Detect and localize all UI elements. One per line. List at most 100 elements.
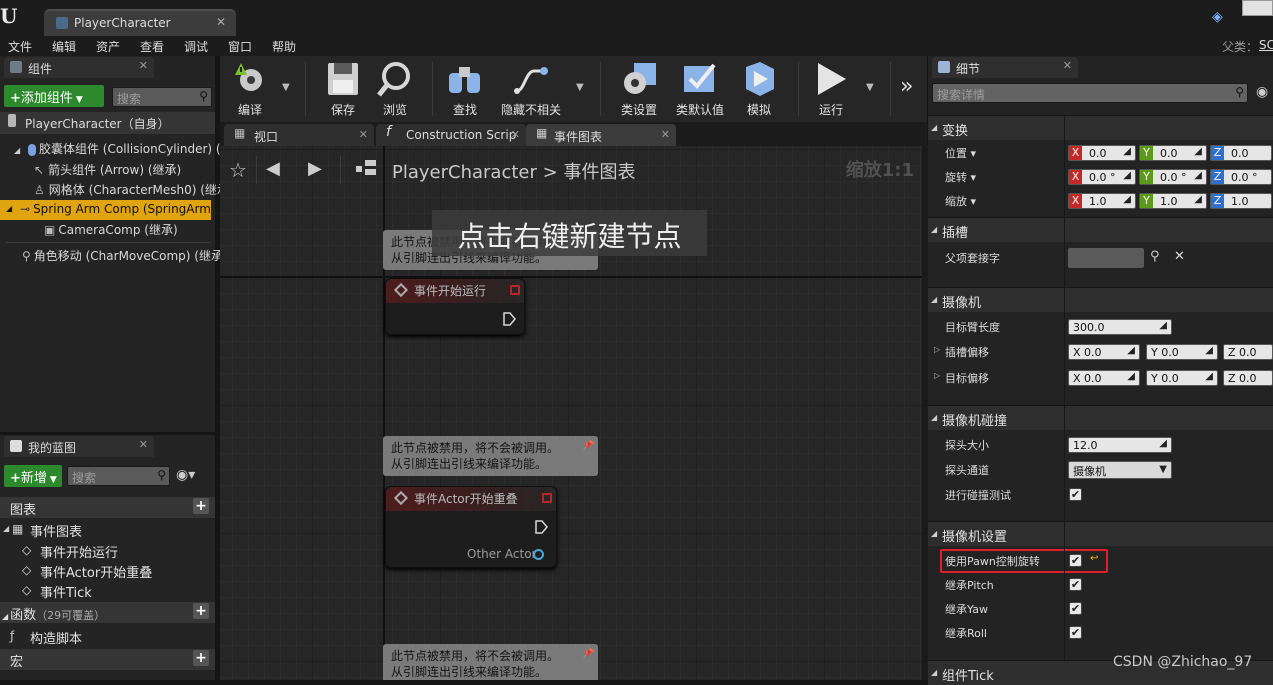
reset-to-default-icon[interactable]: ↩ [1090, 553, 1098, 564]
collapse-triangle-icon[interactable]: ◢ [2, 612, 8, 621]
add-function-button[interactable]: + [193, 603, 209, 619]
location-z-field[interactable]: Z 0.0 [1210, 145, 1272, 161]
event-node-actor-begin-overlap[interactable]: 事件Actor开始重叠 Other Actor [385, 486, 557, 568]
event-item-begin-play[interactable]: 事件开始运行 [40, 542, 118, 561]
close-icon[interactable]: ✕ [511, 128, 520, 141]
component-item-capsule[interactable]: ◢ 胶囊体组件 (CollisionCylinder) ( [14, 140, 221, 158]
play-button[interactable]: 运行 [808, 56, 854, 122]
probe-size-field[interactable]: 12.0 ◢ [1068, 437, 1172, 453]
expand-triangle-icon[interactable]: ▷ [934, 371, 940, 380]
event-graph-canvas[interactable]: ☆ ◀ ▶ PlayerCharacter > 事件图表 缩放1:1 此节点被禁… [220, 146, 922, 680]
property-label[interactable]: 旋转 ▾ [945, 169, 976, 185]
forward-arrow-icon[interactable]: ▶ [308, 158, 322, 179]
event-item-tick[interactable]: 事件Tick [40, 582, 92, 601]
event-graph-item[interactable]: 事件图表 [30, 521, 82, 540]
class-settings-button[interactable]: 类设置 [614, 56, 664, 122]
parent-class-link[interactable]: SC [1259, 38, 1273, 52]
compile-options-dropdown[interactable]: ▼ [282, 82, 290, 93]
add-graph-button[interactable]: + [193, 498, 209, 514]
tab-construction-script[interactable]: f Construction Scrip ✕ [376, 124, 526, 146]
back-arrow-icon[interactable]: ◀ [266, 158, 280, 179]
tab-viewport[interactable]: ▦ 视口 ✕ [224, 124, 374, 146]
close-icon[interactable]: ✕ [216, 15, 226, 29]
close-icon[interactable]: ✕ [139, 438, 148, 451]
components-search-input[interactable]: 搜索 ⚲ [112, 87, 212, 107]
target-offset-x-field[interactable]: X 0.0 ◢ [1068, 370, 1140, 386]
macros-header[interactable]: 宏 + [0, 649, 215, 670]
inherit-roll-checkbox[interactable]: ✔ [1069, 626, 1082, 639]
close-icon[interactable]: ✕ [1063, 59, 1072, 72]
event-item-begin-overlap[interactable]: 事件Actor开始重叠 [40, 562, 152, 581]
eye-icon[interactable]: ◉▾ [176, 467, 195, 483]
find-button[interactable]: 查找 [442, 56, 488, 122]
star-icon[interactable]: ☆ [229, 158, 247, 182]
collapse-triangle-icon[interactable]: ◢ [3, 524, 9, 533]
component-item-camera[interactable]: ▣ CameraComp (继承) [44, 221, 215, 239]
rotation-x-field[interactable]: X 0.0 ° ◢ [1068, 169, 1136, 185]
tab-event-graph[interactable]: ▦ 事件图表 ✕ [526, 124, 676, 146]
object-pin-icon[interactable] [533, 549, 544, 560]
details-search-input[interactable]: 搜索详情 ⚲ [932, 83, 1248, 103]
socket-offset-y-field[interactable]: Y 0.0 ◢ [1146, 344, 1218, 360]
menu-file[interactable]: 文件 [8, 38, 32, 55]
component-item-arrow[interactable]: ↖ 箭头组件 (Arrow) (继承) [34, 161, 215, 179]
class-defaults-button[interactable]: 类默认值 [668, 56, 732, 122]
scale-z-field[interactable]: Z 1.0 [1210, 193, 1272, 209]
components-tab[interactable]: 组件 ✕ [4, 57, 154, 78]
rotation-y-field[interactable]: Y 0.0 ° ◢ [1139, 169, 1207, 185]
section-camera-collision[interactable]: ◢ 摄像机碰撞 [928, 405, 1273, 430]
event-node-begin-play[interactable]: 事件开始运行 [385, 278, 525, 335]
section-camera-settings[interactable]: ◢ 摄像机设置 [928, 521, 1273, 546]
component-item-movement[interactable]: ⚲ 角色移动 (CharMoveComp) (继承 [22, 247, 223, 265]
inherit-yaw-checkbox[interactable]: ✔ [1069, 602, 1082, 615]
component-item-mesh[interactable]: ♙ 网格体 (CharacterMesh0) (继承 [34, 181, 229, 199]
menu-asset[interactable]: 资产 [96, 38, 120, 55]
scale-x-field[interactable]: X 1.0 ◢ [1068, 193, 1136, 209]
functions-header[interactable]: ◢ 函数（29可覆盖） + [0, 602, 215, 623]
menu-view[interactable]: 查看 [140, 38, 164, 55]
close-icon[interactable]: ✕ [139, 59, 148, 72]
exec-pin-icon[interactable] [503, 312, 516, 326]
graphs-header[interactable]: 图表 + [0, 497, 215, 518]
rotation-z-field[interactable]: Z 0.0 ° [1210, 169, 1272, 185]
compile-button[interactable]: 编译 [225, 56, 275, 122]
eye-icon[interactable]: ◉ [1256, 84, 1268, 100]
target-offset-y-field[interactable]: Y 0.0 ◢ [1146, 370, 1218, 386]
component-item-spring-arm[interactable]: ◢ ⊸ Spring Arm Comp (SpringArm [0, 200, 211, 220]
save-button[interactable]: 保存 [320, 56, 366, 122]
breadcrumb-root[interactable]: PlayerCharacter [392, 162, 537, 183]
add-macro-button[interactable]: + [193, 650, 209, 666]
clear-icon[interactable]: ✕ [1174, 249, 1185, 264]
parent-socket-field[interactable] [1068, 248, 1144, 268]
socket-offset-z-field[interactable]: Z 0.0 [1223, 344, 1273, 360]
section-camera[interactable]: ◢ 摄像机 [928, 287, 1273, 312]
inherit-pitch-checkbox[interactable]: ✔ [1069, 578, 1082, 591]
blueprint-search-input[interactable]: 搜索 ⚲ [67, 466, 170, 486]
menu-window[interactable]: 窗口 [228, 38, 252, 55]
probe-channel-select[interactable]: 摄像机 ▼ [1068, 461, 1172, 479]
exec-pin-icon[interactable] [535, 520, 548, 534]
use-pawn-control-rotation-checkbox[interactable]: ✔ [1069, 554, 1082, 567]
my-blueprint-tab[interactable]: 我的蓝图 ✕ [4, 436, 154, 457]
browse-button[interactable]: 浏览 [372, 56, 418, 122]
hide-unrelated-dropdown[interactable]: ▼ [576, 82, 584, 93]
delegate-pin-icon[interactable] [510, 285, 520, 295]
search-icon[interactable]: ⚲ [1150, 249, 1160, 264]
simulate-button[interactable]: 模拟 [736, 56, 782, 122]
hide-unrelated-button[interactable]: 隐藏不相关 [496, 56, 566, 122]
collapse-triangle-icon[interactable]: ◢ [14, 146, 20, 155]
socket-offset-x-field[interactable]: X 0.0 ◢ [1068, 344, 1140, 360]
add-component-button[interactable]: +添加组件 ▼ [4, 85, 104, 107]
close-icon[interactable]: ✕ [661, 128, 670, 141]
do-collision-test-checkbox[interactable]: ✔ [1069, 488, 1082, 501]
target-offset-z-field[interactable]: Z 0.0 [1223, 370, 1273, 386]
document-tab[interactable]: PlayerCharacter ✕ [44, 9, 236, 36]
delegate-pin-icon[interactable] [542, 493, 552, 503]
menu-debug[interactable]: 调试 [184, 38, 208, 55]
location-x-field[interactable]: X 0.0 ◢ [1068, 145, 1136, 161]
source-control-icon[interactable]: ◈ [1212, 9, 1230, 25]
component-root-row[interactable]: PlayerCharacter（自身） [0, 112, 215, 134]
section-socket[interactable]: ◢ 插槽 [928, 217, 1273, 242]
play-options-dropdown[interactable]: ▼ [866, 82, 874, 93]
expand-triangle-icon[interactable]: ▷ [934, 345, 940, 354]
